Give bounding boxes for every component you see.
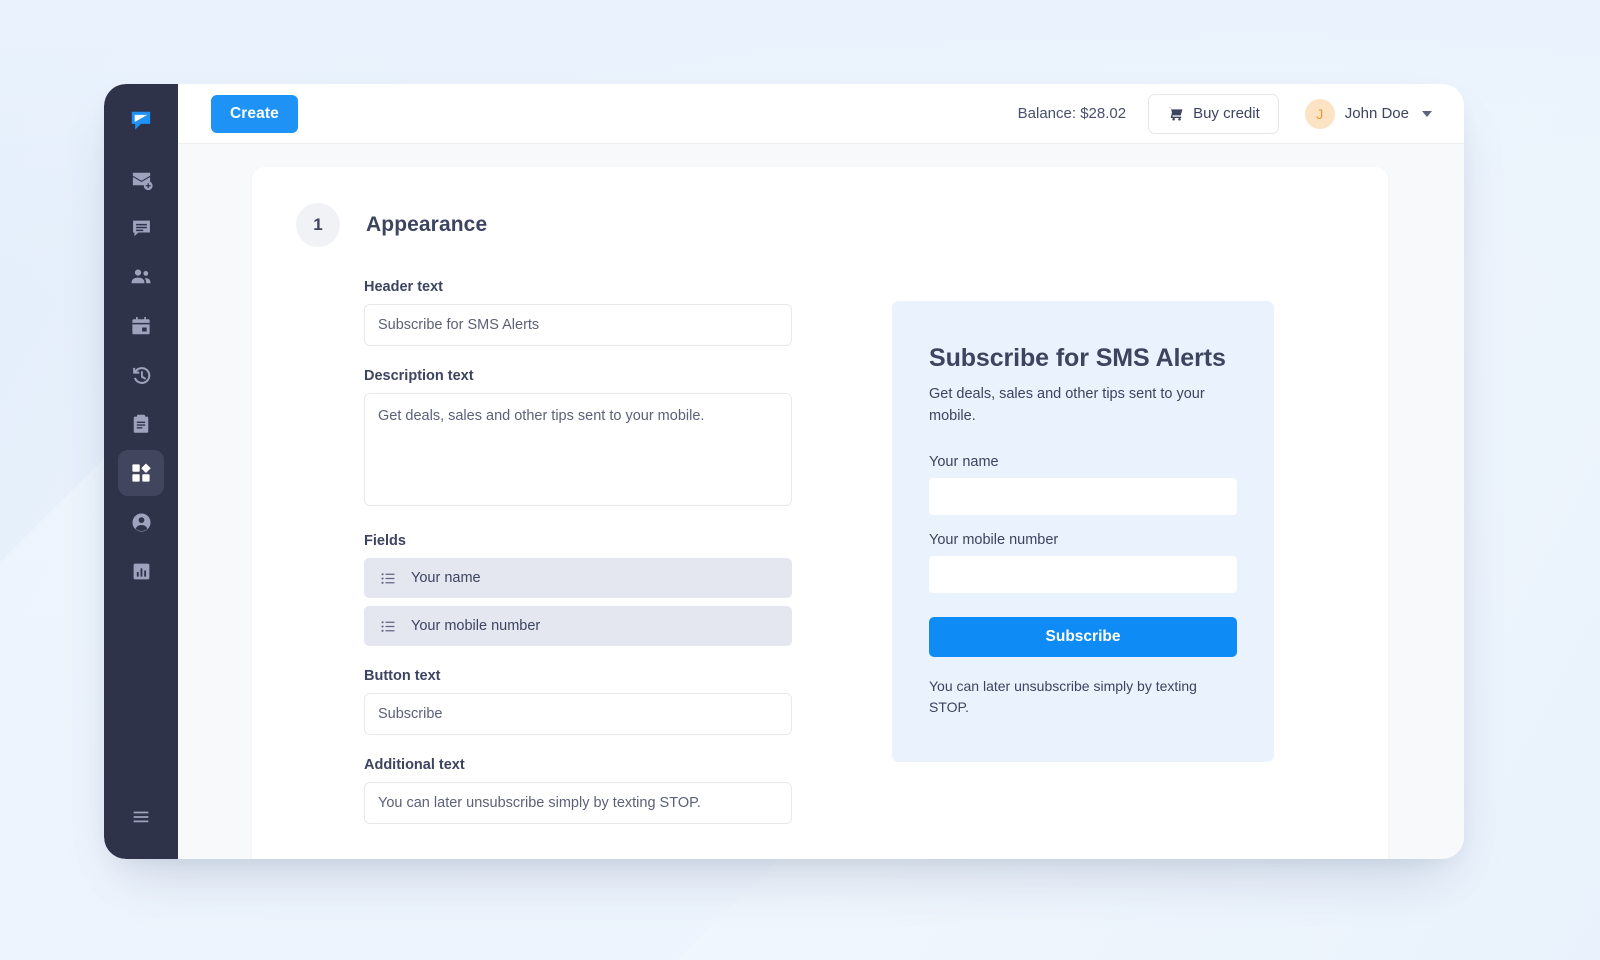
preview-mobile-input[interactable] [929, 555, 1237, 593]
card-columns: Header text Description text Fields [252, 279, 1388, 846]
widgets-icon [130, 462, 152, 484]
calendar-icon [130, 315, 152, 337]
list-drag-icon [380, 618, 397, 635]
fields-group: Fields Your name Your mobile number [364, 533, 792, 646]
additional-text-label: Additional text [364, 757, 465, 773]
preview-panel: Subscribe for SMS Alerts Get deals, sale… [892, 301, 1274, 762]
sidebar-collapse-toggle[interactable] [118, 794, 164, 840]
preview-heading: Subscribe for SMS Alerts [929, 344, 1226, 372]
speech-bubble-logo-icon [128, 108, 154, 134]
buy-credit-label: Buy credit [1193, 105, 1260, 122]
balance-label: Balance: $28.02 [1017, 105, 1127, 122]
shopping-cart-icon [1167, 105, 1184, 122]
sidebar-item-logo[interactable] [118, 98, 164, 144]
topbar-right-group: Balance: $28.02 Buy credit J John Doe [1017, 93, 1432, 134]
field-row-label: Your mobile number [411, 618, 541, 634]
sidebar-item-apps[interactable] [118, 450, 164, 496]
field-row-label: Your name [411, 570, 481, 586]
fields-label: Fields [364, 533, 406, 549]
user-circle-icon [130, 511, 153, 534]
preview-name-label: Your name [929, 453, 999, 470]
app-body: Create Balance: $28.02 Buy credit J John… [178, 84, 1464, 859]
header-text-group: Header text [364, 279, 792, 346]
preview-mobile-label: Your mobile number [929, 531, 1059, 548]
description-text-group: Description text [364, 368, 792, 511]
field-row-your-name[interactable]: Your name [364, 558, 792, 598]
buy-credit-button[interactable]: Buy credit [1148, 93, 1279, 134]
description-text-label: Description text [364, 368, 474, 384]
appearance-card: 1 Appearance Header text Description tex… [252, 167, 1388, 859]
mail-add-icon [130, 168, 153, 191]
sidebar-item-calendar[interactable] [118, 303, 164, 349]
preview-subscribe-button[interactable]: Subscribe [929, 616, 1237, 657]
sidebar-item-contacts[interactable] [118, 254, 164, 300]
clock-history-icon [130, 364, 153, 387]
button-text-group: Button text [364, 668, 792, 735]
preview-name-input[interactable] [929, 477, 1237, 515]
bar-chart-icon [131, 561, 152, 582]
avatar: J [1304, 98, 1335, 129]
chat-lines-icon [130, 217, 153, 240]
clipboard-icon [130, 413, 152, 435]
preview-description: Get deals, sales and other tips sent to … [929, 386, 1205, 424]
button-text-label: Button text [364, 668, 441, 684]
header-text-label: Header text [364, 279, 443, 295]
page-backdrop: Create Balance: $28.02 Buy credit J John… [0, 0, 1600, 960]
page-title: Appearance [366, 213, 488, 236]
sidebar-item-messages[interactable] [118, 205, 164, 251]
header-text-input[interactable] [364, 304, 792, 346]
description-text-input[interactable] [364, 393, 792, 506]
field-row-your-mobile-number[interactable]: Your mobile number [364, 606, 792, 646]
form-column: Header text Description text Fields [364, 279, 792, 846]
additional-text-input[interactable] [364, 782, 792, 824]
sidebar-item-account[interactable] [118, 499, 164, 545]
sidebar-item-reports[interactable] [118, 548, 164, 594]
hamburger-menu-icon [130, 806, 152, 828]
app-window: Create Balance: $28.02 Buy credit J John… [104, 84, 1464, 859]
top-bar: Create Balance: $28.02 Buy credit J John… [178, 84, 1464, 144]
sidebar-item-templates[interactable] [118, 401, 164, 447]
sidebar-item-history[interactable] [118, 352, 164, 398]
step-number-badge: 1 [296, 203, 340, 247]
preview-footnote: You can later unsubscribe simply by text… [929, 677, 1197, 715]
step-header: 1 Appearance [252, 203, 1388, 247]
button-text-input[interactable] [364, 693, 792, 735]
preview-column: Subscribe for SMS Alerts Get deals, sale… [892, 279, 1274, 846]
create-button[interactable]: Create [211, 94, 298, 133]
people-icon [129, 265, 153, 289]
chevron-down-icon [1422, 110, 1432, 117]
additional-text-group: Additional text [364, 757, 792, 824]
sidebar-item-compose[interactable] [118, 156, 164, 202]
content-area: 1 Appearance Header text Description tex… [178, 144, 1464, 859]
user-menu[interactable]: J John Doe [1304, 98, 1432, 129]
sidebar [104, 84, 178, 859]
list-drag-icon [380, 570, 397, 587]
user-name-label: John Doe [1344, 105, 1409, 122]
